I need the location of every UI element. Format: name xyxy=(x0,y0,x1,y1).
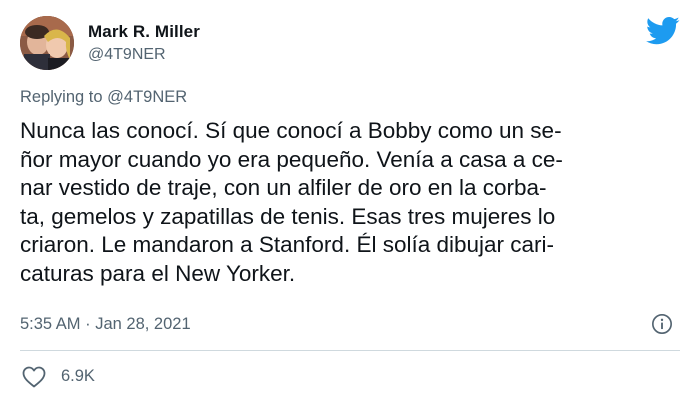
tweet-card: Mark R. Miller @4T9NER Replying to @4T9N… xyxy=(0,0,700,402)
author-display-name[interactable]: Mark R. Miller xyxy=(88,22,200,42)
tweet-text-line: caturas para el New Yorker. xyxy=(20,260,296,286)
info-icon[interactable] xyxy=(651,313,673,335)
tweet-text-line: ñor mayor cuando yo era pequeño. Venía a… xyxy=(20,146,563,172)
avatar[interactable] xyxy=(20,16,74,70)
divider xyxy=(20,350,680,351)
like-count[interactable]: 6.9K xyxy=(61,367,95,386)
tweet-text-line: Nunca las conocí. Sí que conocí a Bobby … xyxy=(20,118,562,143)
replying-to-mention[interactable]: @4T9NER xyxy=(107,88,187,106)
replying-to: Replying to @4T9NER xyxy=(20,88,187,107)
tweet-text-line: ta, gemelos y zapatillas de tenis. Esas … xyxy=(20,203,556,229)
avatar-photo xyxy=(20,16,74,70)
replying-to-label: Replying to xyxy=(20,88,108,106)
author-handle[interactable]: @4T9NER xyxy=(88,46,166,64)
tweet-timestamp[interactable]: 5:35 AM · Jan 28, 2021 xyxy=(20,315,191,334)
tweet-text-line: criaron. Le mandaron a Stanford. Él solí… xyxy=(20,232,555,257)
tweet-text: Nunca las conocí. Sí que conocí a Bobby … xyxy=(20,117,690,288)
heart-icon[interactable] xyxy=(22,366,46,388)
twitter-bird-icon[interactable] xyxy=(646,16,680,46)
tweet-text-line: nar vestido de traje, con un alfiler de … xyxy=(20,175,547,200)
